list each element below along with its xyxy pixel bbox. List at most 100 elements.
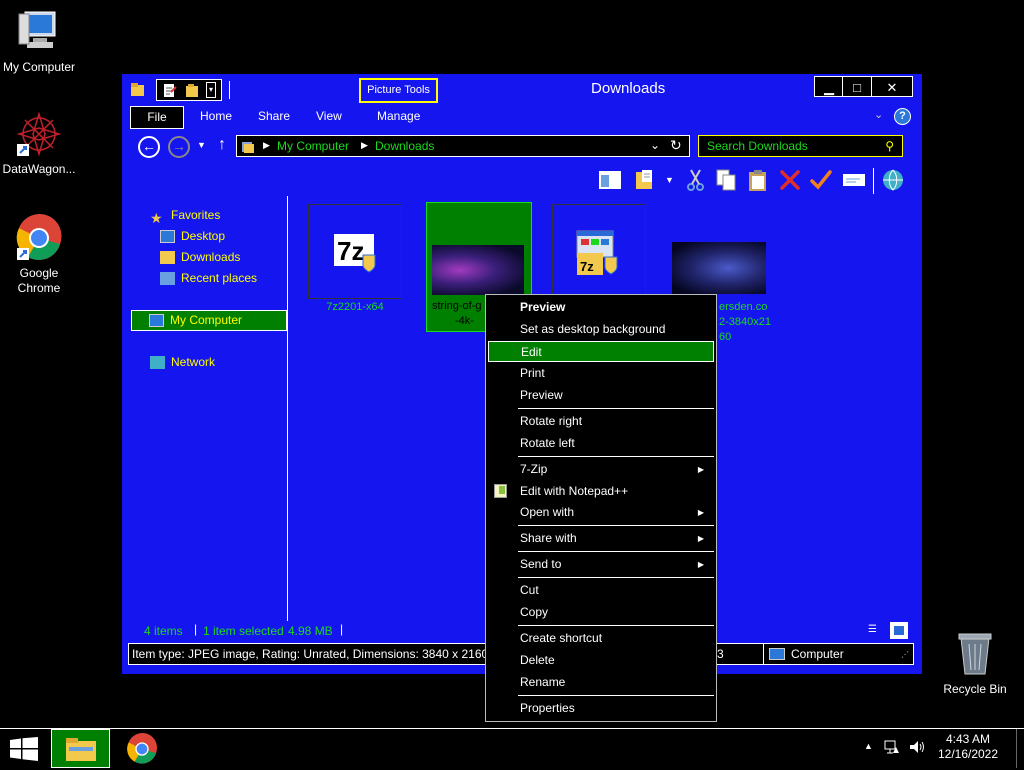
breadcrumb-downloads[interactable]: Downloads xyxy=(375,139,434,153)
nav-my-computer[interactable]: My Computer xyxy=(131,310,287,331)
menu-item-properties[interactable]: Properties xyxy=(488,698,714,719)
menu-item-copy[interactable]: Copy xyxy=(488,602,714,623)
folder-icon[interactable] xyxy=(130,81,146,99)
context-menu: Preview Set as desktop background Edit P… xyxy=(485,294,717,722)
resize-grip-icon[interactable]: ⋰ xyxy=(901,650,909,659)
clock[interactable]: 4:43 AM 12/16/2022 xyxy=(936,732,1000,762)
copy-icon[interactable] xyxy=(714,168,738,192)
customize-toolbar-dropdown[interactable]: ▾ xyxy=(206,82,216,98)
new-folder-icon[interactable] xyxy=(185,83,199,98)
details-view-button[interactable]: ☰ xyxy=(868,623,884,639)
tab-file[interactable]: File xyxy=(130,106,184,129)
layout-dropdown[interactable]: ▼ xyxy=(665,175,674,185)
up-arrow-icon[interactable]: ↑ xyxy=(218,136,226,154)
nav-recent-places[interactable]: Recent places xyxy=(160,269,257,287)
address-history-dropdown[interactable]: ⌄ xyxy=(650,138,660,152)
submenu-arrow-icon: ▶ xyxy=(697,560,704,569)
tab-home[interactable]: Home xyxy=(200,106,232,127)
menu-item-rename[interactable]: Rename xyxy=(488,672,714,693)
cut-icon[interactable] xyxy=(684,168,708,192)
refresh-icon[interactable]: ↻ xyxy=(670,137,682,154)
tab-manage[interactable]: Manage xyxy=(377,106,420,127)
menu-item-label: Preview xyxy=(520,388,563,402)
desktop-icon-recycle-bin[interactable]: Recycle Bin xyxy=(933,630,1017,697)
menu-separator xyxy=(518,456,714,457)
recycle-bin-icon xyxy=(951,630,999,678)
properties-icon[interactable] xyxy=(163,83,177,98)
close-icon: ✕ xyxy=(886,80,898,95)
properties-card-icon[interactable] xyxy=(842,168,866,192)
menu-item-label: Share with xyxy=(520,531,577,545)
minimize-button[interactable]: ▁ xyxy=(814,76,844,97)
rename-check-icon[interactable] xyxy=(809,168,833,192)
menu-item-delete[interactable]: Delete xyxy=(488,650,714,671)
nav-network[interactable]: Network xyxy=(150,353,215,371)
menu-item-rotate-left[interactable]: Rotate left xyxy=(488,433,714,454)
back-button[interactable]: ← xyxy=(138,136,160,158)
menu-item-edit-notepad[interactable]: Edit with Notepad++ xyxy=(488,481,714,502)
layout-folder-icon[interactable] xyxy=(634,168,658,192)
address-bar[interactable]: ▶ My Computer ▶ Downloads ⌄ ↻ xyxy=(236,135,690,157)
ribbon-expand-icon[interactable]: ⌄ xyxy=(874,108,883,121)
desktop-icon-label: Google Chrome xyxy=(17,266,61,295)
menu-separator xyxy=(518,525,714,526)
file-tile-setup[interactable]: 7z xyxy=(552,204,646,299)
desktop-icon-label: DataWagon... xyxy=(2,162,76,176)
recent-locations-dropdown[interactable]: ▼ xyxy=(197,140,206,150)
menu-item-label: Copy xyxy=(520,605,549,619)
desktop-icon-my-computer[interactable]: My Computer xyxy=(0,8,81,75)
clock-time: 4:43 AM xyxy=(945,732,991,746)
taskbar-file-explorer[interactable] xyxy=(51,729,110,768)
close-button[interactable]: ✕ xyxy=(871,76,913,97)
forward-button[interactable]: → xyxy=(168,136,190,158)
menu-item-create-shortcut[interactable]: Create shortcut xyxy=(488,628,714,649)
volume-icon[interactable] xyxy=(909,739,927,755)
menu-item-preview[interactable]: Preview xyxy=(488,385,714,406)
delete-icon[interactable] xyxy=(778,168,802,192)
tab-view[interactable]: View xyxy=(316,106,342,127)
menu-item-edit[interactable]: Edit xyxy=(488,341,714,362)
globe-icon[interactable] xyxy=(881,168,905,192)
desktop-icon-datawagon[interactable]: DataWagon... xyxy=(0,110,81,177)
nav-recent-label: Recent places xyxy=(181,271,258,285)
search-input[interactable]: Search Downloads ⚲ xyxy=(698,135,903,157)
menu-item-label: Create shortcut xyxy=(520,631,603,645)
downloads-folder-icon xyxy=(160,251,175,265)
help-icon[interactable]: ? xyxy=(894,108,911,125)
breadcrumb-separator-icon: ▶ xyxy=(361,140,368,150)
preview-pane-icon[interactable] xyxy=(598,168,622,192)
large-icons-view-button[interactable] xyxy=(890,622,908,639)
taskbar-chrome[interactable] xyxy=(126,732,158,765)
nav-downloads[interactable]: Downloads xyxy=(160,248,240,266)
show-desktop-button[interactable] xyxy=(1016,729,1024,768)
desktop-icon-google-chrome[interactable]: Google Chrome xyxy=(0,213,81,296)
menu-item-rotate-right[interactable]: Rotate right xyxy=(488,411,714,432)
menu-separator xyxy=(518,625,714,626)
submenu-arrow-icon: ▶ xyxy=(697,508,704,517)
menu-item-7zip[interactable]: 7-Zip ▶ xyxy=(488,459,714,480)
start-button[interactable] xyxy=(10,737,38,761)
network-tray-icon[interactable] xyxy=(884,739,900,755)
tab-share[interactable]: Share xyxy=(258,106,290,127)
submenu-arrow-icon: ▶ xyxy=(697,534,704,543)
maximize-button[interactable]: □ xyxy=(842,76,872,97)
quick-access-toolbar: ▾ xyxy=(156,79,222,101)
taskbar: ▲ 4:43 AM 12/16/2022 xyxy=(0,728,1024,768)
back-arrow-icon: ← xyxy=(142,138,156,154)
nav-favorites[interactable]: ★ Favorites xyxy=(150,206,220,226)
menu-item-print[interactable]: Print xyxy=(488,363,714,384)
paste-icon[interactable] xyxy=(746,168,770,192)
menu-item-preview-default[interactable]: Preview xyxy=(488,297,714,318)
search-placeholder: Search Downloads xyxy=(707,139,808,153)
breadcrumb-my-computer[interactable]: My Computer xyxy=(277,139,349,153)
clock-date: 12/16/2022 xyxy=(937,747,999,761)
menu-item-share-with[interactable]: Share with ▶ xyxy=(488,528,714,549)
menu-item-open-with[interactable]: Open with ▶ xyxy=(488,502,714,523)
file-tile-7zip[interactable]: 7z xyxy=(308,204,402,299)
nav-desktop[interactable]: Desktop xyxy=(160,227,225,245)
menu-item-set-background[interactable]: Set as desktop background xyxy=(488,319,714,340)
menu-item-send-to[interactable]: Send to ▶ xyxy=(488,554,714,575)
menu-item-cut[interactable]: Cut xyxy=(488,580,714,601)
show-hidden-icons-button[interactable]: ▲ xyxy=(864,741,873,751)
file-explorer-icon xyxy=(66,738,96,761)
